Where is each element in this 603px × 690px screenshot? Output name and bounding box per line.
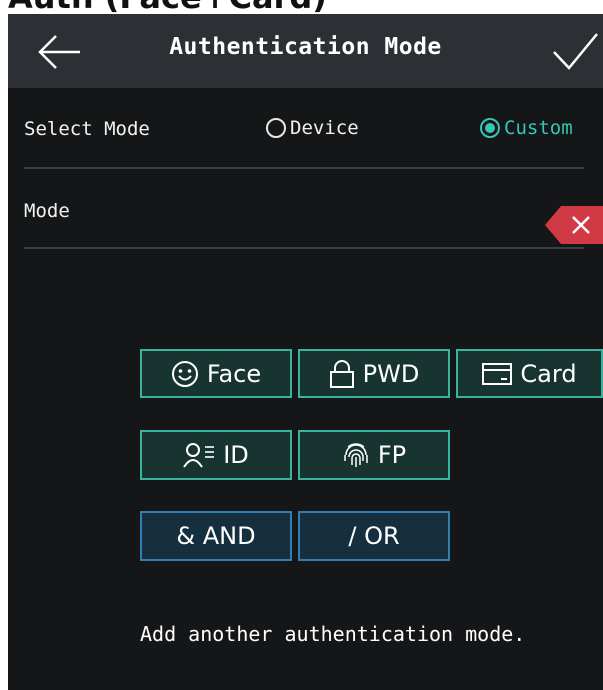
- pwd-button-label: PWD: [362, 359, 420, 388]
- person-id-icon: [183, 443, 215, 468]
- face-icon: [171, 360, 198, 387]
- and-button-label: & AND: [176, 522, 256, 550]
- fp-button-label: FP: [377, 441, 407, 469]
- face-button[interactable]: Face: [140, 349, 292, 398]
- divider: [24, 167, 584, 169]
- hint-text: Add another authentication mode.: [140, 622, 526, 646]
- card-button[interactable]: Card: [456, 349, 603, 398]
- pwd-button[interactable]: PWD: [298, 349, 450, 398]
- radio-device-circle: [266, 118, 286, 138]
- radio-device-label: Device: [290, 117, 359, 139]
- card-button-label: Card: [520, 359, 577, 388]
- backspace-delete-icon[interactable]: [545, 206, 603, 244]
- radio-device[interactable]: Device: [266, 117, 359, 139]
- clipped-top-text-label: Auth (Face+Card): [8, 0, 327, 14]
- radio-custom[interactable]: Custom: [480, 117, 573, 139]
- clipped-top-text: Auth (Face+Card): [0, 0, 603, 14]
- radio-custom-label: Custom: [504, 117, 573, 139]
- or-button[interactable]: / OR: [298, 511, 450, 561]
- device-screen: Authentication Mode Select Mode Device C…: [8, 14, 603, 690]
- confirm-check-icon[interactable]: [551, 28, 599, 74]
- page-title: Authentication Mode: [169, 34, 442, 60]
- and-button[interactable]: & AND: [140, 511, 292, 561]
- or-button-label: / OR: [348, 522, 400, 550]
- card-icon: [482, 362, 513, 385]
- face-button-label: Face: [206, 359, 262, 388]
- mode-label: Mode: [24, 200, 70, 222]
- radio-custom-circle: [480, 118, 500, 138]
- id-button-label: ID: [223, 441, 249, 469]
- fingerprint-icon: [344, 443, 368, 467]
- header-bar: Authentication Mode: [8, 14, 603, 88]
- select-mode-label: Select Mode: [24, 118, 150, 140]
- divider: [24, 247, 584, 249]
- lock-icon: [329, 359, 354, 388]
- id-button[interactable]: ID: [140, 430, 292, 480]
- fp-button[interactable]: FP: [298, 430, 450, 480]
